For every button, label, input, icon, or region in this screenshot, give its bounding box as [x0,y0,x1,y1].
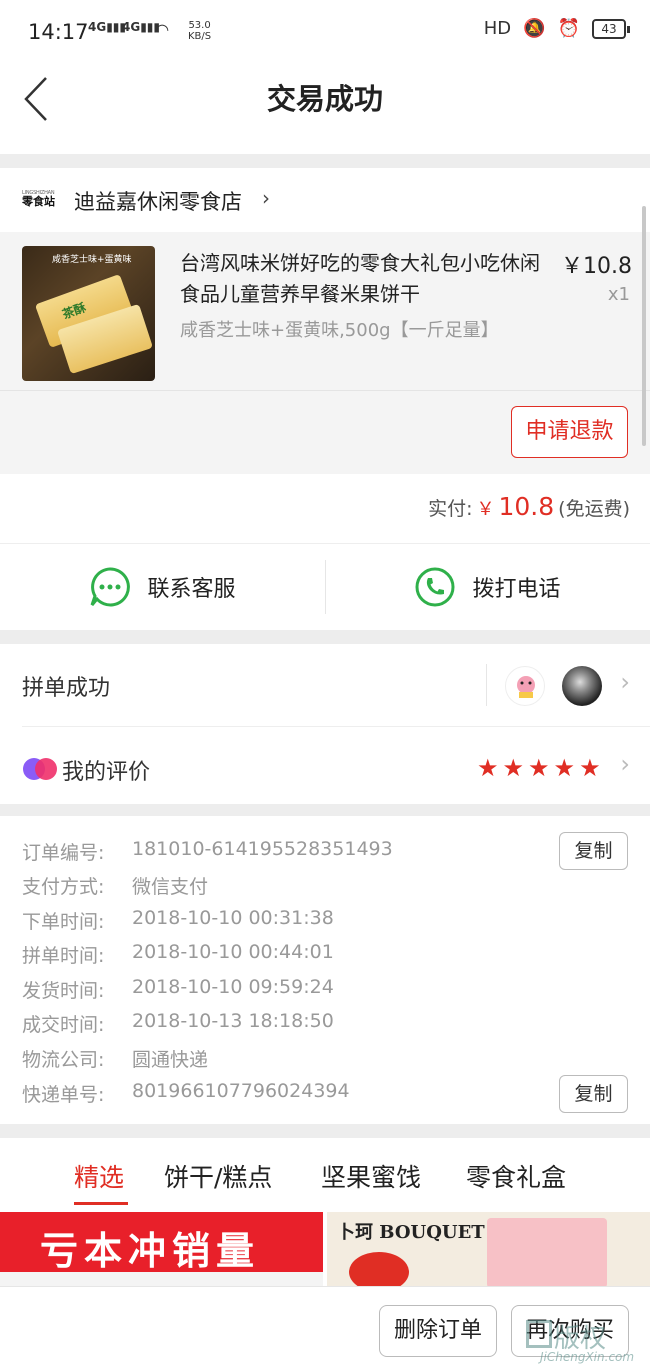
order-info-row: 快递单号: 801966107796024394 [22,1080,350,1106]
review-icon [23,758,57,780]
group-section: 拼单成功 › 我的评价 ★ ★ ★ ★ ★ › [0,644,650,804]
divider [22,726,650,727]
order-info-row: 发货时间: 2018-10-10 09:59:24 [22,976,334,1002]
star-icon: ★ [553,754,576,782]
battery-icon: 43 [592,18,630,39]
star-icon: ★ [502,754,525,782]
signal-icon: 4G▮▮▮ [122,20,161,34]
order-info-row: 下单时间: 2018-10-10 00:31:38 [22,907,334,933]
my-review-label: 我的评价 [62,760,151,785]
product-item[interactable]: 咸香芝士味+蛋黄味 茶酥 台湾风味米饼好吃的零食大礼包小吃休闲食品儿童营养早餐米… [0,232,650,474]
tab-underline [74,1202,128,1205]
divider [486,664,487,706]
order-info-row: 物流公司: 圆通快递 [22,1049,209,1071]
divider [0,390,650,391]
payment-total: 实付: ￥ 10.8 (免运费) [428,492,630,521]
call-phone-label: 拨打电话 [472,577,561,602]
signal-icon: 4G▮▮▮ [88,20,127,34]
contact-service-button[interactable]: 联系客服 [0,544,325,630]
refund-button[interactable]: 申请退款 [511,406,628,458]
star-icon: ★ [579,754,601,782]
tab-gift-box[interactable]: 零食礼盒 [466,1158,566,1194]
network-speed: 53.0 KB/S [188,20,212,42]
contact-row: 联系客服 拨打电话 [0,544,650,630]
chat-icon [91,567,131,607]
contact-service-label: 联系客服 [147,577,236,602]
status-right: HD 🔕 ⏰ 43 [483,18,630,39]
star-icon: ★ [528,754,550,782]
delete-order-button[interactable]: 删除订单 [379,1305,497,1357]
avatar [562,666,602,706]
order-info-row: 订单编号: 181010-614195528351493 [22,838,393,864]
order-info-row: 拼单时间: 2018-10-10 00:44:01 [22,941,334,967]
group-status-row[interactable]: 拼单成功 › [0,644,650,724]
order-info-row: 成交时间: 2018-10-13 18:18:50 [22,1010,334,1036]
tab-nuts[interactable]: 坚果蜜饯 [321,1158,421,1194]
hd-icon: HD [483,18,512,39]
wifi-icon: ◠ [156,20,169,39]
product-spec: 咸香芝士味+蛋黄味,500g【一斤足量】 [180,320,499,341]
category-tabs: 精选 饼干/糕点 坚果蜜饯 零食礼盒 [0,1138,650,1210]
chevron-right-icon: › [620,668,630,696]
tab-biscuits[interactable]: 饼干/糕点 [164,1158,272,1194]
star-icon: ★ [477,754,499,782]
promo-banner-left[interactable]: 亏本冲销量 [0,1212,323,1286]
watermark: 版权 JiChengXin.com [524,1318,644,1368]
product-quantity: x1 [607,284,630,305]
status-bar: 14:17 4G▮▮▮ 4G▮▮▮ ◠ 53.0 KB/S HD 🔕 ⏰ 43 [0,0,650,62]
nav-bar: 交易成功 [0,62,650,154]
shop-name[interactable]: 迪益嘉休闲零食店 [74,186,242,216]
tab-featured[interactable]: 精选 [74,1158,124,1194]
avatar [505,666,545,706]
product-image[interactable]: 咸香芝士味+蛋黄味 茶酥 [22,246,155,381]
call-phone-button[interactable]: 拨打电话 [325,544,650,630]
promo-banner-right[interactable]: 卜珂 BOUQUET [327,1212,650,1286]
scrollbar[interactable] [642,206,646,446]
alarm-icon: ⏰ [557,18,580,39]
my-review-row[interactable]: 我的评价 ★ ★ ★ ★ ★ › [0,728,650,808]
shop-row[interactable]: LINGSHIZHAN 零食站 迪益嘉休闲零食店 › [0,168,650,232]
status-time: 14:17 [28,20,89,44]
product-title[interactable]: 台湾风味米饼好吃的零食大礼包小吃休闲食品儿童营养早餐米果饼干 [180,248,550,310]
shop-logo: LINGSHIZHAN 零食站 [22,190,55,208]
phone-icon [415,567,455,607]
product-price: ￥10.8 [561,254,632,279]
page-title: 交易成功 [266,82,383,116]
copy-order-number-button[interactable]: 复制 [559,832,628,870]
mute-icon: 🔕 [523,18,546,39]
chevron-right-icon: › [262,186,270,210]
order-info-row: 支付方式: 微信支付 [22,876,209,898]
chevron-right-icon: › [620,750,630,778]
copy-tracking-number-button[interactable]: 复制 [559,1075,628,1113]
rating-stars: ★ ★ ★ ★ ★ [477,754,601,782]
group-status-label: 拼单成功 [22,676,111,701]
promo-banners: 亏本冲销量 卜珂 BOUQUET [0,1210,650,1286]
order-info: 订单编号: 181010-614195528351493 复制 支付方式: 微信支付… [0,816,650,1124]
payment-row: 实付: ￥ 10.8 (免运费) [0,474,650,544]
